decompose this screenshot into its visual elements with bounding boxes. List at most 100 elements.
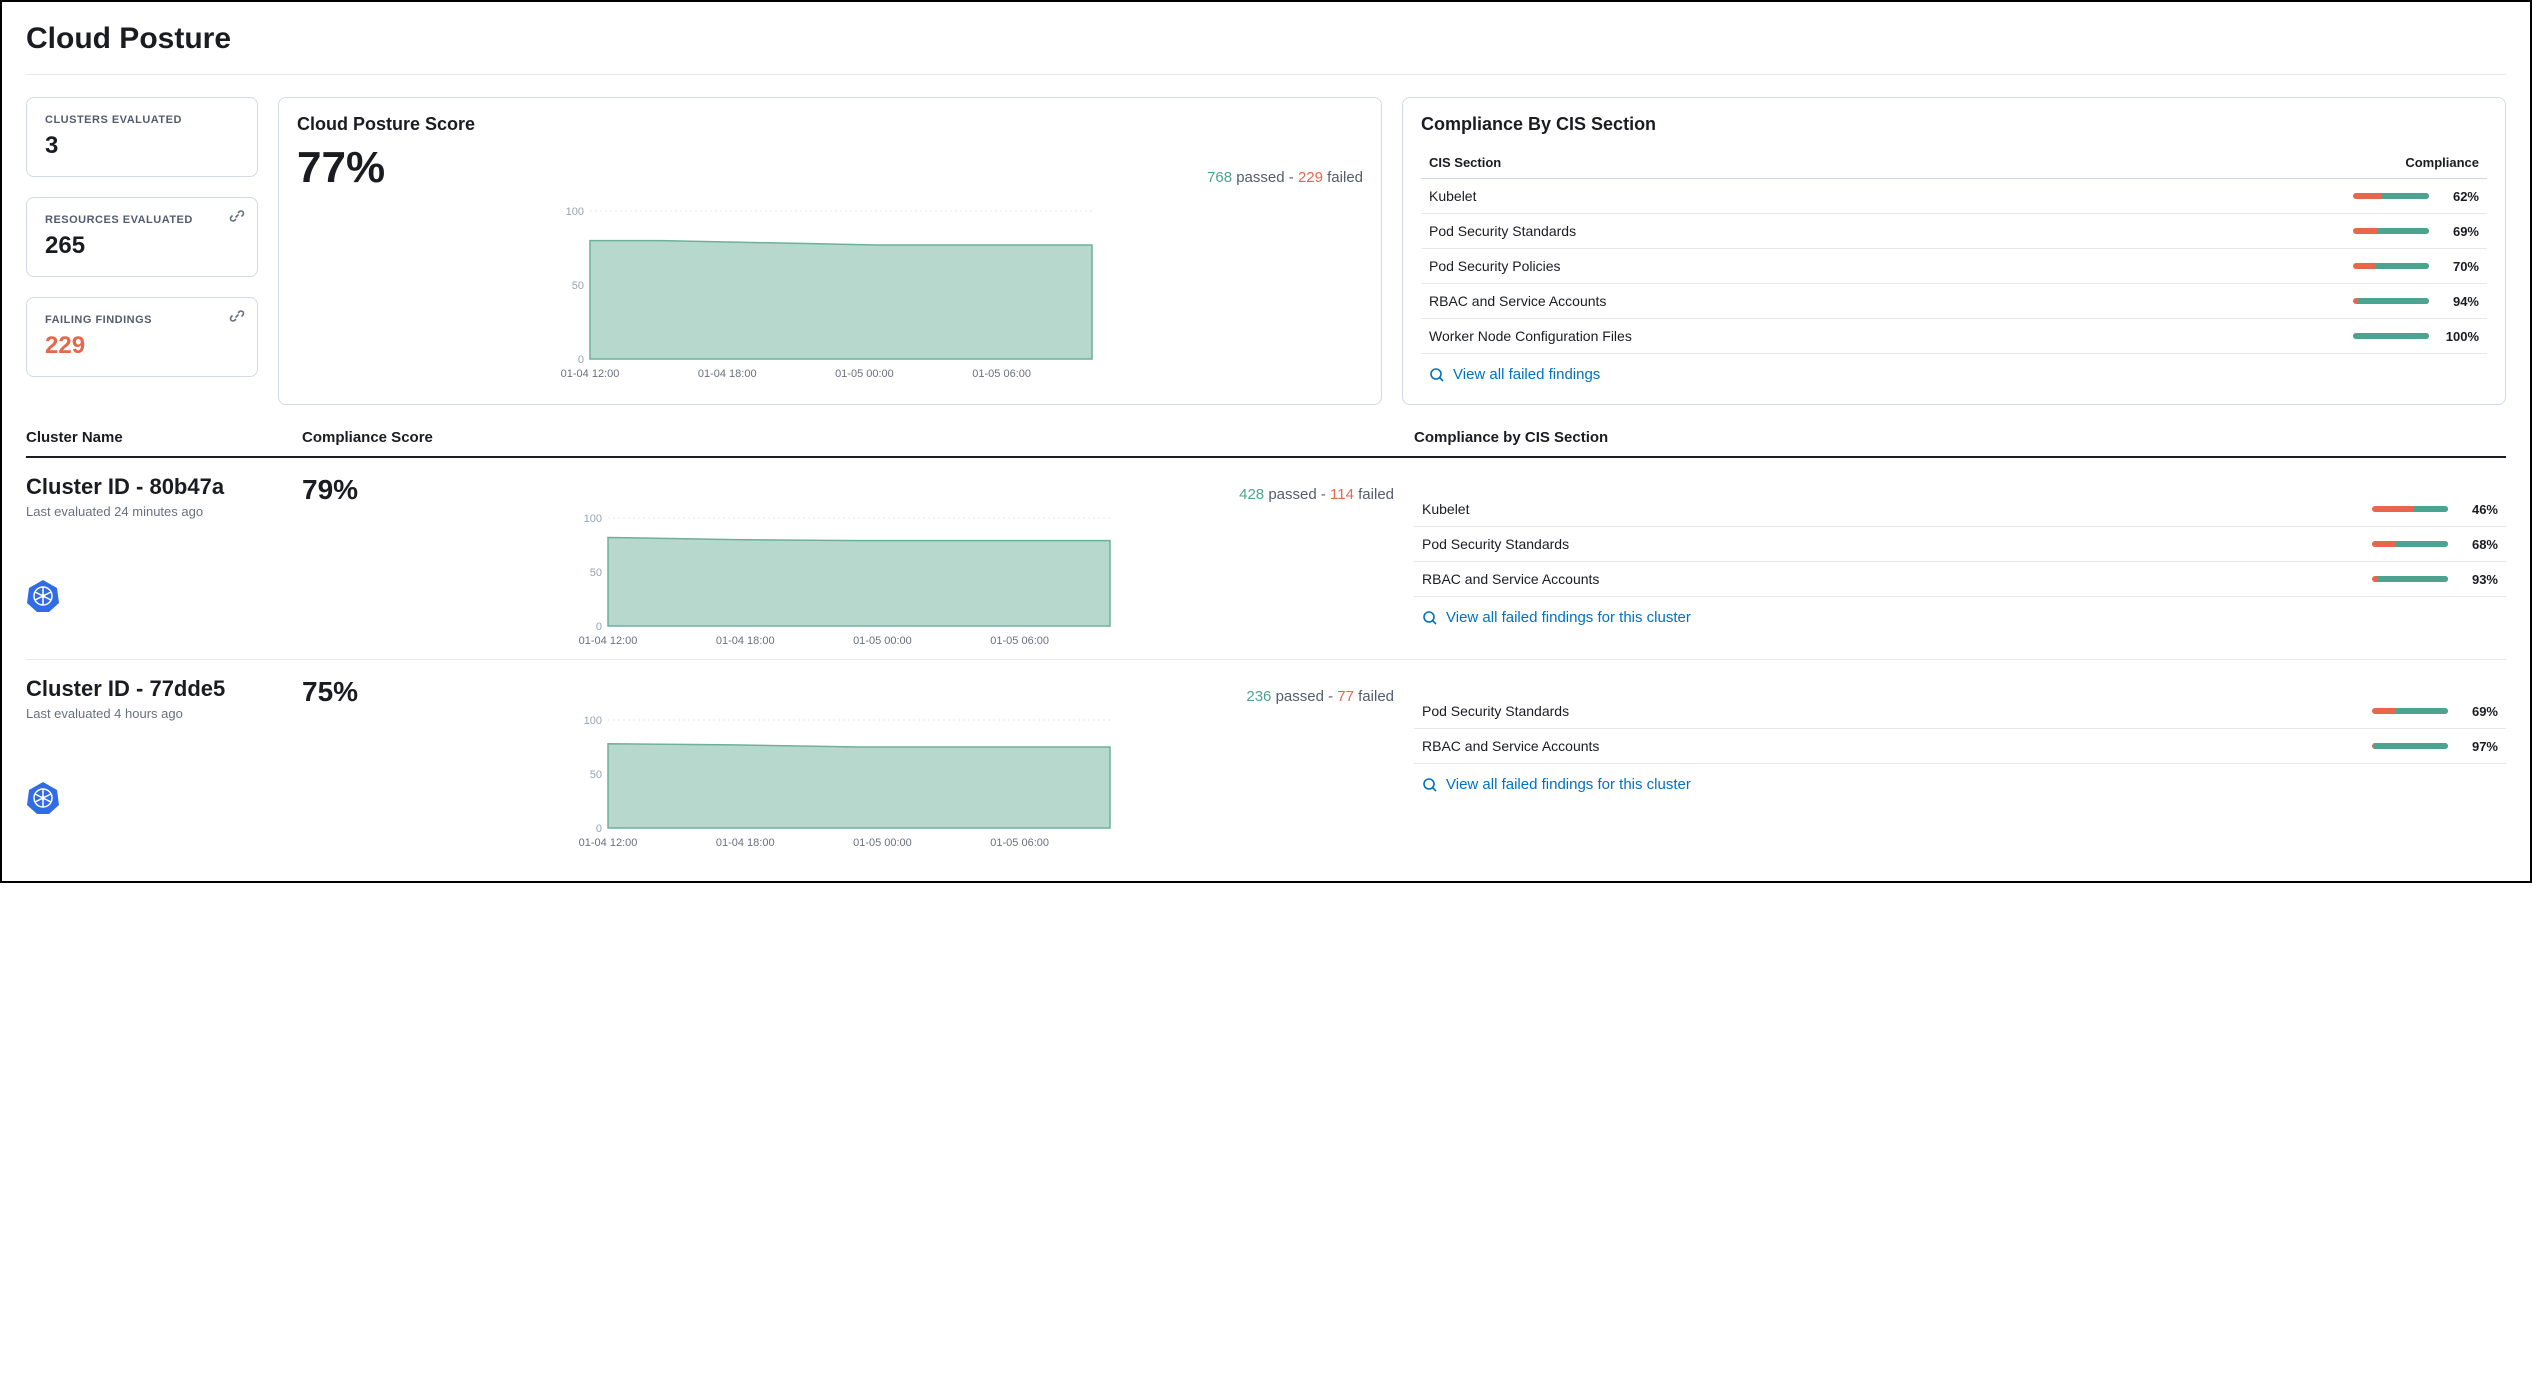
kpi-failing-card[interactable]: FAILING FINDINGS 229 (26, 297, 258, 377)
compliance-row-name: Kubelet (1422, 501, 2372, 517)
search-icon (1422, 610, 1438, 626)
cluster-header-name: Cluster Name (26, 429, 282, 446)
cluster-name[interactable]: Cluster ID - 77dde5 (26, 676, 282, 702)
svg-text:01-04 12:00: 01-04 12:00 (579, 837, 638, 849)
svg-text:100: 100 (584, 715, 602, 727)
compliance-pct: 69% (2458, 704, 2498, 719)
compliance-pct: 69% (2439, 224, 2479, 239)
svg-text:01-04 18:00: 01-04 18:00 (716, 635, 775, 647)
link-icon (229, 308, 245, 324)
kpi-resources-label: RESOURCES EVALUATED (45, 214, 239, 226)
compliance-card: Compliance By CIS Section CIS Section Co… (1402, 97, 2506, 405)
compliance-row[interactable]: Pod Security Policies 70% (1421, 249, 2487, 284)
compliance-pct: 93% (2458, 572, 2498, 587)
compliance-pct: 62% (2439, 189, 2479, 204)
svg-text:01-05 00:00: 01-05 00:00 (835, 368, 894, 380)
kubernetes-icon (26, 579, 60, 613)
cluster-row: Cluster ID - 80b47a Last evaluated 24 min… (26, 458, 2506, 660)
passed-failed-summary: 768 passed - 229 failed (1207, 169, 1363, 186)
score-card-title: Cloud Posture Score (297, 114, 1363, 135)
compliance-row-name: Pod Security Standards (1422, 703, 2372, 719)
compliance-pct: 68% (2458, 537, 2498, 552)
compliance-pct: 70% (2439, 259, 2479, 274)
cluster-rows-container: Cluster ID - 80b47a Last evaluated 24 min… (26, 458, 2506, 861)
compliance-pct: 94% (2439, 294, 2479, 309)
cluster-evaluated-time: Last evaluated 24 minutes ago (26, 504, 282, 519)
svg-text:01-05 00:00: 01-05 00:00 (853, 635, 912, 647)
kpi-resources-value: 265 (45, 232, 239, 260)
compliance-row-name: Kubelet (1429, 188, 2353, 204)
view-cluster-findings-link[interactable]: View all failed findings for this cluste… (1414, 776, 2506, 793)
compliance-row-name: Pod Security Standards (1422, 536, 2372, 552)
kubernetes-icon (26, 781, 60, 815)
svg-text:01-05 00:00: 01-05 00:00 (853, 837, 912, 849)
score-value: 77% (297, 143, 385, 193)
passed-label: passed (1236, 169, 1284, 186)
compliance-row-name: RBAC and Service Accounts (1429, 293, 2353, 309)
cluster-row: Cluster ID - 77dde5 Last evaluated 4 hour… (26, 660, 2506, 861)
svg-text:50: 50 (572, 280, 584, 292)
compliance-bar (2372, 576, 2448, 582)
svg-text:01-05 06:00: 01-05 06:00 (972, 368, 1031, 380)
failed-label: failed (1327, 169, 1363, 186)
compliance-title: Compliance By CIS Section (1421, 114, 2487, 135)
cluster-evaluated-time: Last evaluated 4 hours ago (26, 706, 282, 721)
link-icon (229, 208, 245, 224)
cluster-score-value: 79% (302, 474, 358, 506)
passed-count: 768 (1207, 169, 1232, 186)
kpi-resources-card[interactable]: RESOURCES EVALUATED 265 (26, 197, 258, 277)
compliance-bar (2372, 506, 2448, 512)
compliance-bar (2353, 333, 2429, 339)
compliance-bar (2372, 743, 2448, 749)
divider (26, 74, 2506, 75)
failed-count: 229 (1298, 169, 1323, 186)
score-card: Cloud Posture Score 77% 768 passed - 229… (278, 97, 1382, 405)
compliance-row-name: Pod Security Standards (1429, 223, 2353, 239)
compliance-rows: Kubelet62%Pod Security Standards69%Pod S… (1421, 179, 2487, 354)
compliance-row-name: Worker Node Configuration Files (1429, 328, 2353, 344)
compliance-row-name: RBAC and Service Accounts (1422, 738, 2372, 754)
kpi-failing-label: FAILING FINDINGS (45, 314, 239, 326)
compliance-header-compliance: Compliance (2405, 155, 2479, 170)
svg-text:01-04 12:00: 01-04 12:00 (579, 635, 638, 647)
view-all-findings-label: View all failed findings (1453, 366, 1600, 383)
compliance-bar (2372, 708, 2448, 714)
cluster-trend-chart: 05010001-04 12:0001-04 18:0001-05 00:000… (302, 510, 1394, 650)
search-icon (1429, 367, 1445, 383)
cluster-header-score: Compliance Score (302, 429, 1394, 446)
cluster-passed-failed: 236 passed - 77 failed (1246, 688, 1394, 705)
svg-text:50: 50 (590, 769, 602, 781)
compliance-pct: 97% (2458, 739, 2498, 754)
cluster-passed-failed: 428 passed - 114 failed (1239, 486, 1394, 503)
compliance-bar (2353, 228, 2429, 234)
cluster-name[interactable]: Cluster ID - 80b47a (26, 474, 282, 500)
compliance-row[interactable]: Pod Security Standards 68% (1414, 527, 2506, 562)
kpi-clusters-card: CLUSTERS EVALUATED 3 (26, 97, 258, 177)
kpi-failing-value: 229 (45, 332, 239, 360)
svg-text:50: 50 (590, 567, 602, 579)
svg-text:01-04 12:00: 01-04 12:00 (561, 368, 620, 380)
compliance-header-section: CIS Section (1429, 155, 1501, 170)
compliance-row[interactable]: Kubelet 46% (1414, 492, 2506, 527)
view-cluster-findings-link[interactable]: View all failed findings for this cluste… (1414, 609, 2506, 626)
compliance-bar (2353, 263, 2429, 269)
compliance-row[interactable]: RBAC and Service Accounts 93% (1414, 562, 2506, 597)
compliance-row[interactable]: RBAC and Service Accounts 97% (1414, 729, 2506, 764)
compliance-row[interactable]: Pod Security Standards 69% (1414, 694, 2506, 729)
compliance-row[interactable]: Pod Security Standards 69% (1421, 214, 2487, 249)
cluster-score-value: 75% (302, 676, 358, 708)
compliance-row-name: Pod Security Policies (1429, 258, 2353, 274)
view-all-findings-link[interactable]: View all failed findings (1421, 366, 2487, 383)
compliance-row[interactable]: RBAC and Service Accounts 94% (1421, 284, 2487, 319)
compliance-pct: 46% (2458, 502, 2498, 517)
compliance-row[interactable]: Worker Node Configuration Files100% (1421, 319, 2487, 354)
kpi-clusters-label: CLUSTERS EVALUATED (45, 114, 239, 126)
compliance-row[interactable]: Kubelet 62% (1421, 179, 2487, 214)
cluster-trend-chart: 05010001-04 12:0001-04 18:0001-05 00:000… (302, 712, 1394, 852)
page-title: Cloud Posture (26, 22, 2506, 56)
svg-text:0: 0 (578, 354, 584, 366)
compliance-row-name: RBAC and Service Accounts (1422, 571, 2372, 587)
cluster-header-compliance: Compliance by CIS Section (1414, 429, 2506, 446)
svg-text:01-05 06:00: 01-05 06:00 (990, 635, 1049, 647)
svg-text:01-04 18:00: 01-04 18:00 (698, 368, 757, 380)
